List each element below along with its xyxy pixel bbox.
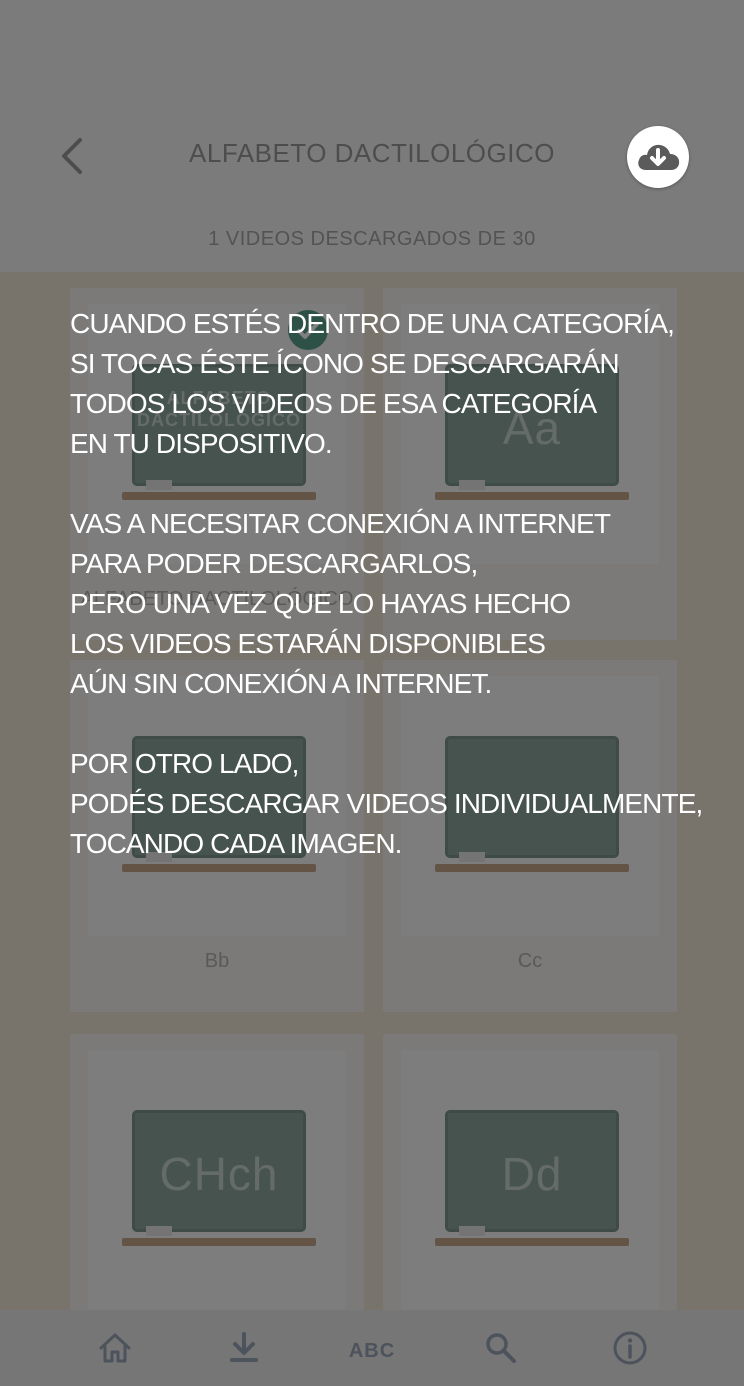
tip-line: TODOS LOS VIDEOS DE ESA CATEGORÍA — [70, 388, 597, 419]
tip-paragraph-2: VAS A NECESITAR CONEXIÓN A INTERNET PARA… — [70, 504, 730, 704]
tip-line: POR OTRO LADO, — [70, 748, 299, 779]
tip-line: PERO UNA VEZ QUE LO HAYAS HECHO — [70, 588, 571, 619]
cloud-download-icon — [638, 144, 680, 170]
tip-line: PODÉS DESCARGAR VIDEOS INDIVIDUALMENTE, — [70, 788, 703, 819]
download-all-button[interactable] — [627, 126, 689, 188]
tip-line: VAS A NECESITAR CONEXIÓN A INTERNET — [70, 508, 611, 539]
tip-line: PARA PODER DESCARGARLOS, — [70, 548, 478, 579]
tutorial-text: CUANDO ESTÉS DENTRO DE UNA CATEGORÍA, SI… — [70, 304, 730, 904]
tip-paragraph-1: CUANDO ESTÉS DENTRO DE UNA CATEGORÍA, SI… — [70, 304, 730, 464]
tip-line: TOCANDO CADA IMAGEN. — [70, 828, 402, 859]
tip-paragraph-3: POR OTRO LADO, PODÉS DESCARGAR VIDEOS IN… — [70, 744, 730, 864]
tip-line: LOS VIDEOS ESTARÁN DISPONIBLES — [70, 628, 546, 659]
tip-line: AÚN SIN CONEXIÓN A INTERNET. — [70, 668, 492, 699]
tip-line: EN TU DISPOSITIVO. — [70, 428, 333, 459]
tip-line: CUANDO ESTÉS DENTRO DE UNA CATEGORÍA, — [70, 308, 675, 339]
tip-line: SI TOCAS ÉSTE ÍCONO SE DESCARGARÁN — [70, 348, 620, 379]
tutorial-overlay[interactable]: CUANDO ESTÉS DENTRO DE UNA CATEGORÍA, SI… — [0, 0, 744, 1386]
